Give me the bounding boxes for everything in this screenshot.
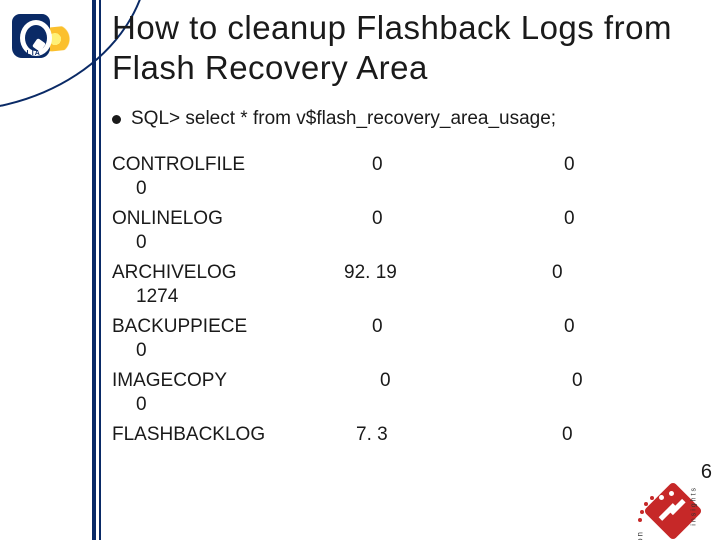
bullet-line: SQL> select * from v$flash_recovery_area… [112, 107, 702, 130]
footer-logo-word2: insights [691, 486, 698, 526]
file-type-cell: ARCHIVELOG [112, 262, 237, 284]
footer-logo-word1: innovation [635, 530, 644, 540]
file-type-cell: BACKUPPIECE [112, 316, 247, 338]
file-type-cell: FLASHBACKLOG [112, 424, 265, 446]
footer-logo-dot-icon [669, 491, 674, 496]
table-row: CONTROLFILE000 [112, 154, 702, 208]
footer-logo-dot-icon [659, 495, 664, 500]
file-type-cell: ONLINELOG [112, 208, 223, 230]
brand-text: ROLIA [14, 50, 41, 57]
page-number: 6 [701, 461, 712, 484]
number-of-files-cell: 0 [136, 340, 147, 362]
percent-used-cell: 0 [372, 154, 383, 176]
brand-logo: ROLIA [6, 8, 92, 68]
percent-reclaimable-cell: 0 [562, 424, 573, 446]
content-area: How to cleanup Flashback Logs from Flash… [112, 8, 702, 452]
percent-reclaimable-cell: 0 [552, 262, 563, 284]
footer-logo: innovation insights [630, 468, 694, 532]
percent-used-cell: 92. 19 [344, 262, 397, 284]
usage-table: CONTROLFILE000ONLINELOG000ARCHIVELOG1274… [112, 154, 702, 452]
sql-command-text: SQL> select * from v$flash_recovery_area… [131, 108, 556, 130]
table-row: ARCHIVELOG1274 92. 19 0 [112, 262, 702, 316]
percent-used-cell: 0 [380, 370, 391, 392]
slide: ROLIA How to cleanup Flashback Logs from… [0, 0, 720, 540]
number-of-files-cell: 0 [136, 178, 147, 200]
percent-reclaimable-cell: 0 [572, 370, 583, 392]
percent-reclaimable-cell: 0 [564, 154, 575, 176]
table-row: IMAGECOPY000 [112, 370, 702, 424]
percent-used-cell: 0 [372, 316, 383, 338]
table-row: FLASHBACKLOG 7. 3 0 [112, 424, 702, 452]
number-of-files-cell: 0 [136, 394, 147, 416]
slide-title: How to cleanup Flashback Logs from Flash… [112, 8, 702, 89]
percent-reclaimable-cell: 0 [564, 208, 575, 230]
file-type-cell: IMAGECOPY [112, 370, 227, 392]
table-row: BACKUPPIECE000 [112, 316, 702, 370]
percent-used-cell: 7. 3 [356, 424, 388, 446]
bullet-icon [112, 115, 121, 124]
number-of-files-cell: 1274 [136, 286, 178, 308]
percent-reclaimable-cell: 0 [564, 316, 575, 338]
file-type-cell: CONTROLFILE [112, 154, 245, 176]
percent-used-cell: 0 [372, 208, 383, 230]
table-row: ONLINELOG000 [112, 208, 702, 262]
number-of-files-cell: 0 [136, 232, 147, 254]
